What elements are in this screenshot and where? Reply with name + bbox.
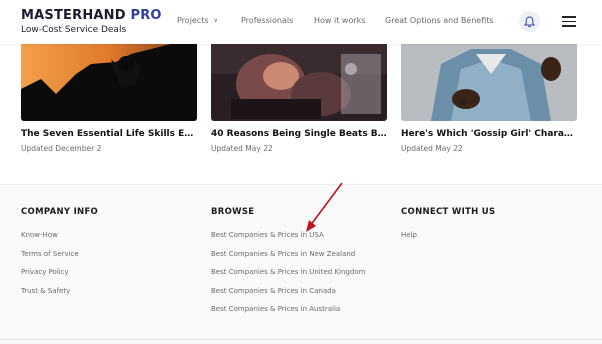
article-date: Updated May 22: [401, 144, 463, 153]
footer-link-australia[interactable]: Best Companies & Prices in Australia: [211, 305, 365, 324]
article-title[interactable]: The Seven Essential Life Skills Every ..…: [21, 129, 197, 139]
footer-link-new-zealand[interactable]: Best Companies & Prices in New Zealand: [211, 250, 365, 269]
footer-link-united-kingdom[interactable]: Best Companies & Prices in United Kingdo…: [211, 268, 365, 287]
chevron-down-icon: ∨: [213, 17, 218, 24]
article-title[interactable]: 40 Reasons Being Single Beats Bein...: [211, 129, 387, 139]
site-tagline: Low-Cost Service Deals: [21, 25, 127, 35]
nav-label: How it works: [314, 16, 366, 25]
footer-browse: BROWSE Best Companies & Prices in USA Be…: [211, 207, 365, 324]
footer-heading: CONNECT WITH US: [401, 207, 496, 217]
footer-heading: COMPANY INFO: [21, 207, 99, 217]
footer-link-privacy[interactable]: Privacy Policy: [21, 268, 98, 287]
site-header: MASTERHAND PRO Low-Cost Service Deals Pr…: [0, 0, 602, 44]
nav-how-it-works[interactable]: How it works: [314, 16, 365, 25]
article-card[interactable]: 40 Reasons Being Single Beats Bein... Up…: [211, 44, 387, 153]
brand-accent: PRO: [130, 8, 162, 23]
nav-professionals[interactable]: Professionals: [241, 16, 293, 25]
footer-divider: [0, 339, 602, 344]
footer-heading: BROWSE: [211, 207, 255, 217]
nav-label: Projects: [177, 16, 209, 25]
hamburger-menu-icon[interactable]: [562, 16, 576, 27]
footer-link-terms[interactable]: Terms of Service: [21, 250, 98, 269]
nav-label: Professionals: [241, 16, 294, 25]
notifications-button[interactable]: [519, 11, 540, 32]
footer-connect: CONNECT WITH US Help: [401, 207, 495, 250]
article-card[interactable]: The Seven Essential Life Skills Every ..…: [21, 44, 197, 153]
article-date: Updated December 2: [21, 144, 102, 153]
footer-link-trust-safety[interactable]: Trust & Safety: [21, 287, 98, 306]
article-title[interactable]: Here's Which 'Gossip Girl' Character ...: [401, 129, 577, 139]
footer-link-canada[interactable]: Best Companies & Prices in Canada: [211, 287, 365, 306]
nav-label: Great Options and Benefits: [385, 16, 494, 25]
nav-projects[interactable]: Projects ∨: [177, 16, 218, 25]
article-thumbnail: [211, 44, 387, 121]
footer-link-know-how[interactable]: Know-How: [21, 231, 98, 250]
article-thumbnail: [21, 44, 197, 121]
article-thumbnail: [401, 44, 577, 121]
article-date: Updated May 22: [211, 144, 273, 153]
site-logo[interactable]: MASTERHAND PRO: [21, 8, 162, 23]
brand-name: MASTERHAND: [21, 8, 131, 23]
footer-link-help[interactable]: Help: [401, 231, 495, 250]
footer-company-info: COMPANY INFO Know-How Terms of Service P…: [21, 207, 98, 305]
article-card[interactable]: Here's Which 'Gossip Girl' Character ...…: [401, 44, 577, 153]
nav-options-benefits[interactable]: Great Options and Benefits: [385, 16, 494, 25]
footer-link-usa[interactable]: Best Companies & Prices in USA: [211, 231, 365, 250]
bell-icon: [524, 15, 535, 27]
